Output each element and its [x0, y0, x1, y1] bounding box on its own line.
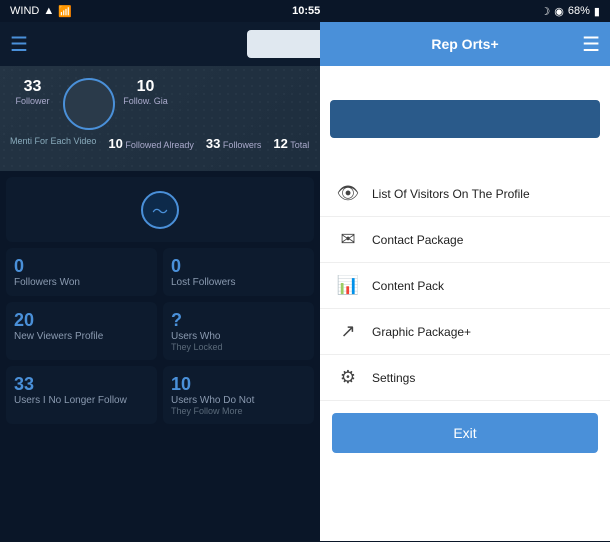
menu-item-visitors-label: List Of Visitors On The Profile — [372, 187, 530, 201]
followers-won-num: 0 — [14, 256, 149, 277]
hamburger-menu-right[interactable]: ☰ — [582, 32, 600, 57]
dropdown-menu: 👁 List Of Visitors On The Profile ✉ Cont… — [320, 171, 610, 541]
battery-icon: ▮ — [594, 5, 600, 18]
moon-icon: ☽ — [540, 5, 550, 18]
new-viewers-num: 20 — [14, 310, 149, 331]
carrier-text: WIND — [10, 5, 39, 17]
stat-lost-followers[interactable]: 0 Lost Followers — [163, 248, 314, 296]
menu-item-content-label: Content Pack — [372, 279, 444, 293]
stat-total: 12 Total — [273, 136, 309, 151]
report-title: Rep Orts+ — [431, 36, 498, 52]
status-bar: WIND ▲ 📶 10:55 ☽ ◉ 68% ▮ — [0, 0, 610, 22]
menu-item-graphic-label: Graphic Package+ — [372, 325, 471, 339]
right-panel-header: Rep Orts+ ☰ — [320, 22, 610, 66]
status-right: ☽ ◉ 68% ▮ — [540, 5, 600, 18]
menu-item-content[interactable]: 📊 Content Pack — [320, 263, 610, 309]
stat-no-longer-follow[interactable]: 33 Users I No Longer Follow — [6, 366, 157, 424]
arrow-up-icon: ↗ — [336, 321, 360, 342]
do-not-follow-num: 10 — [171, 374, 306, 395]
menu-item-contact-label: Contact Package — [372, 233, 463, 247]
follower-label: Follower — [10, 96, 55, 106]
following-count: 10 — [123, 78, 168, 96]
gear-icon: ⚙ — [336, 367, 360, 388]
status-left: WIND ▲ 📶 — [10, 5, 72, 18]
chart-icon: 📊 — [336, 275, 360, 296]
wifi-icon: ▲ — [43, 5, 54, 17]
hamburger-menu-left[interactable]: ☰ — [10, 32, 28, 57]
users-locked-label: Users Who — [171, 331, 306, 342]
follower-count: 33 — [10, 78, 55, 96]
signal-icon: 📶 — [58, 5, 72, 18]
stat-followers-won[interactable]: 0 Followers Won — [6, 248, 157, 296]
status-time: 10:55 — [292, 5, 320, 17]
users-locked-sub: They Locked — [171, 342, 306, 352]
menu-item-graphic[interactable]: ↗ Graphic Package+ — [320, 309, 610, 355]
stat-new-viewers[interactable]: 20 New Viewers Profile — [6, 302, 157, 360]
menu-item-settings[interactable]: ⚙ Settings — [320, 355, 610, 401]
menu-item-settings-label: Settings — [372, 371, 415, 385]
exit-button[interactable]: Exit — [332, 413, 598, 453]
menu-item-visitors[interactable]: 👁 List Of Visitors On The Profile — [320, 171, 610, 217]
no-longer-follow-label: Users I No Longer Follow — [14, 395, 149, 406]
lost-followers-label: Lost Followers — [171, 277, 306, 288]
no-longer-follow-num: 33 — [14, 374, 149, 395]
lost-followers-num: 0 — [171, 256, 306, 277]
eye-icon: 👁 — [336, 183, 360, 204]
activity-pulse-icon: 〜 — [141, 191, 179, 229]
new-viewers-label: New Viewers Profile — [14, 331, 149, 342]
avatar — [63, 78, 115, 130]
location-icon: ◉ — [554, 5, 564, 18]
profile-section: 33 Follower 10 Follow. Gia Menti For Eac… — [0, 66, 610, 171]
do-not-follow-sub: They Follow More — [171, 406, 306, 416]
followers-won-label: Followers Won — [14, 277, 149, 288]
stat-followers: 33 Followers — [206, 136, 262, 151]
menu-item-contact[interactable]: ✉ Contact Package — [320, 217, 610, 263]
do-not-follow-label: Users Who Do Not — [171, 395, 306, 406]
contact-icon: ✉ — [336, 229, 360, 250]
menu-search-box[interactable] — [330, 100, 600, 138]
battery-text: 68% — [568, 5, 590, 17]
following-label: Follow. Gia — [123, 96, 168, 106]
stat-users-locked[interactable]: ? Users Who They Locked — [163, 302, 314, 360]
mentions-label: Menti For Each Video — [10, 136, 96, 151]
stat-followed: 10 Followed Already — [108, 136, 194, 151]
users-locked-num: ? — [171, 310, 306, 331]
activity-box: 〜 — [6, 177, 314, 242]
stat-do-not-follow[interactable]: 10 Users Who Do Not They Follow More — [163, 366, 314, 424]
